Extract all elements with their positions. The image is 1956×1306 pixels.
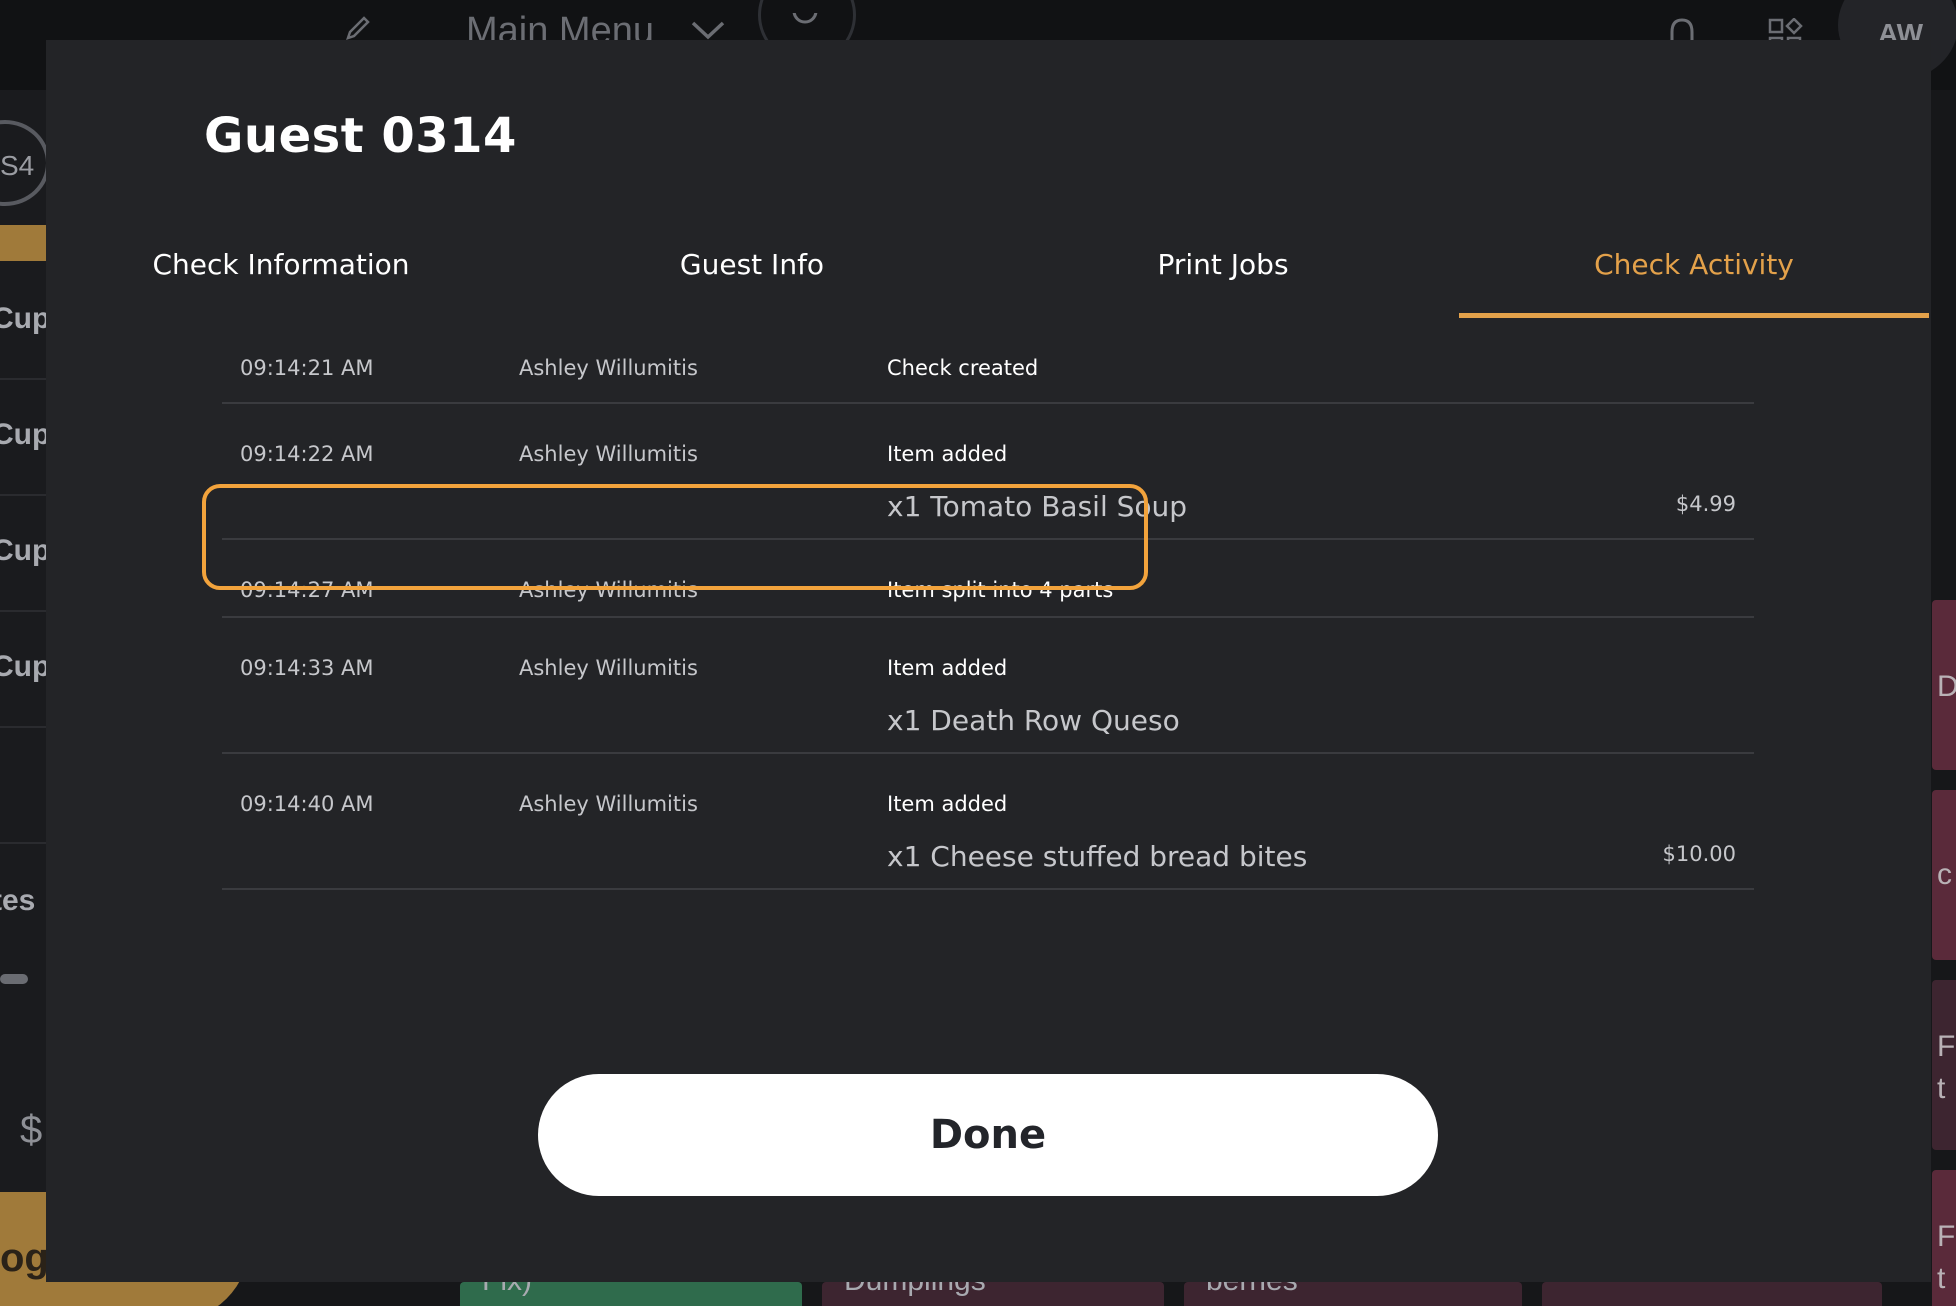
- background-total-fragment: $: [20, 1108, 43, 1152]
- background-right-tile[interactable]: c: [1932, 790, 1956, 960]
- activity-time: 09:14:22 AM: [240, 442, 374, 466]
- tab-print-jobs[interactable]: Print Jobs: [988, 210, 1458, 318]
- background-slider[interactable]: [0, 974, 28, 984]
- tab-label: Check Activity: [1594, 247, 1794, 281]
- background-item-text[interactable]: tes: [0, 884, 35, 918]
- background-menu-tile-label: Dumplings: [844, 1282, 986, 1298]
- activity-event: Item added: [887, 442, 1008, 466]
- background-right-tile[interactable]: D: [1932, 600, 1956, 770]
- background-menu-tile[interactable]: Dumplings: [822, 1282, 1164, 1306]
- activity-user: Ashley Willumitis: [519, 656, 698, 680]
- background-right-fragment: t: [1937, 1072, 1946, 1105]
- activity-user: Ashley Willumitis: [519, 356, 698, 380]
- activity-user: Ashley Willumitis: [519, 578, 698, 602]
- activity-row-check-created[interactable]: 09:14:21 AM Ashley Willumitis Check crea…: [222, 318, 1754, 404]
- activity-event: Item added: [887, 792, 1008, 816]
- activity-user: Ashley Willumitis: [519, 792, 698, 816]
- tab-check-activity[interactable]: Check Activity: [1459, 210, 1929, 318]
- activity-event: Check created: [887, 356, 1039, 380]
- tab-label: Check Information: [152, 247, 410, 281]
- activity-user: Ashley Willumitis: [519, 442, 698, 466]
- background-menu-tile[interactable]: Fix): [460, 1282, 802, 1306]
- background-divider: [0, 726, 46, 728]
- page-title: Guest 0314: [204, 108, 517, 164]
- activity-row-item-added[interactable]: 09:14:22 AM Ashley Willumitis Item added…: [222, 404, 1754, 540]
- background-menu-tile-label: Fix): [482, 1282, 532, 1298]
- activity-row-item-added[interactable]: 09:14:40 AM Ashley Willumitis Item added…: [222, 754, 1754, 890]
- background-right-fragment: F: [1937, 1030, 1956, 1063]
- activity-time: 09:14:21 AM: [240, 356, 374, 380]
- activity-amount: $4.99: [1675, 492, 1736, 516]
- background-divider: [0, 842, 46, 844]
- tab-check-information[interactable]: Check Information: [46, 210, 516, 318]
- activity-row-item-split[interactable]: 09:14:27 AM Ashley Willumitis Item split…: [222, 540, 1754, 618]
- background-right-fragment: t: [1937, 1262, 1946, 1295]
- activity-event: Item added: [887, 656, 1008, 680]
- activity-time: 09:14:33 AM: [240, 656, 374, 680]
- activity-row-item-added[interactable]: 09:14:33 AM Ashley Willumitis Item added…: [222, 618, 1754, 754]
- background-menu-tile[interactable]: berries: [1184, 1282, 1522, 1306]
- background-right-tile[interactable]: F t: [1932, 980, 1956, 1150]
- tab-guest-info[interactable]: Guest Info: [517, 210, 987, 318]
- seat-label: S4: [0, 150, 35, 181]
- activity-amount: $10.00: [1662, 842, 1736, 866]
- background-gold-button-label: og: [0, 1236, 49, 1280]
- activity-item-detail: x1 Death Row Queso: [887, 704, 1180, 737]
- background-divider: [0, 378, 46, 380]
- background-right-tile[interactable]: F t: [1932, 1170, 1956, 1306]
- check-details-modal: Guest 0314 Check Information Guest Info …: [46, 40, 1931, 1282]
- activity-item-detail: x1 Tomato Basil Soup: [887, 490, 1188, 523]
- activity-event: Item split into 4 parts: [887, 578, 1114, 602]
- background-item-text[interactable]: Cup: [0, 650, 50, 684]
- background-menu-tile[interactable]: [1542, 1282, 1882, 1306]
- tab-label: Guest Info: [679, 247, 825, 281]
- activity-list: 09:14:21 AM Ashley Willumitis Check crea…: [222, 318, 1754, 890]
- background-item-text[interactable]: Cup: [0, 418, 50, 452]
- background-gold-strip: [0, 225, 46, 261]
- activity-time: 09:14:40 AM: [240, 792, 374, 816]
- background-divider: [0, 610, 46, 612]
- background-right-fragment: c: [1937, 858, 1952, 891]
- background-menu-tile-label: berries: [1206, 1282, 1298, 1298]
- activity-item-detail: x1 Cheese stuffed bread bites: [887, 840, 1308, 873]
- tab-bar: Check Information Guest Info Print Jobs …: [46, 210, 1931, 318]
- background-right-fragment: D: [1937, 670, 1956, 703]
- done-button[interactable]: Done: [538, 1074, 1438, 1196]
- background-item-text[interactable]: Cup: [0, 302, 50, 336]
- background-right-fragment: F: [1937, 1220, 1956, 1253]
- background-divider: [0, 494, 46, 496]
- tab-label: Print Jobs: [1157, 247, 1289, 281]
- background-item-text[interactable]: Cup: [0, 534, 50, 568]
- activity-time: 09:14:27 AM: [240, 578, 374, 602]
